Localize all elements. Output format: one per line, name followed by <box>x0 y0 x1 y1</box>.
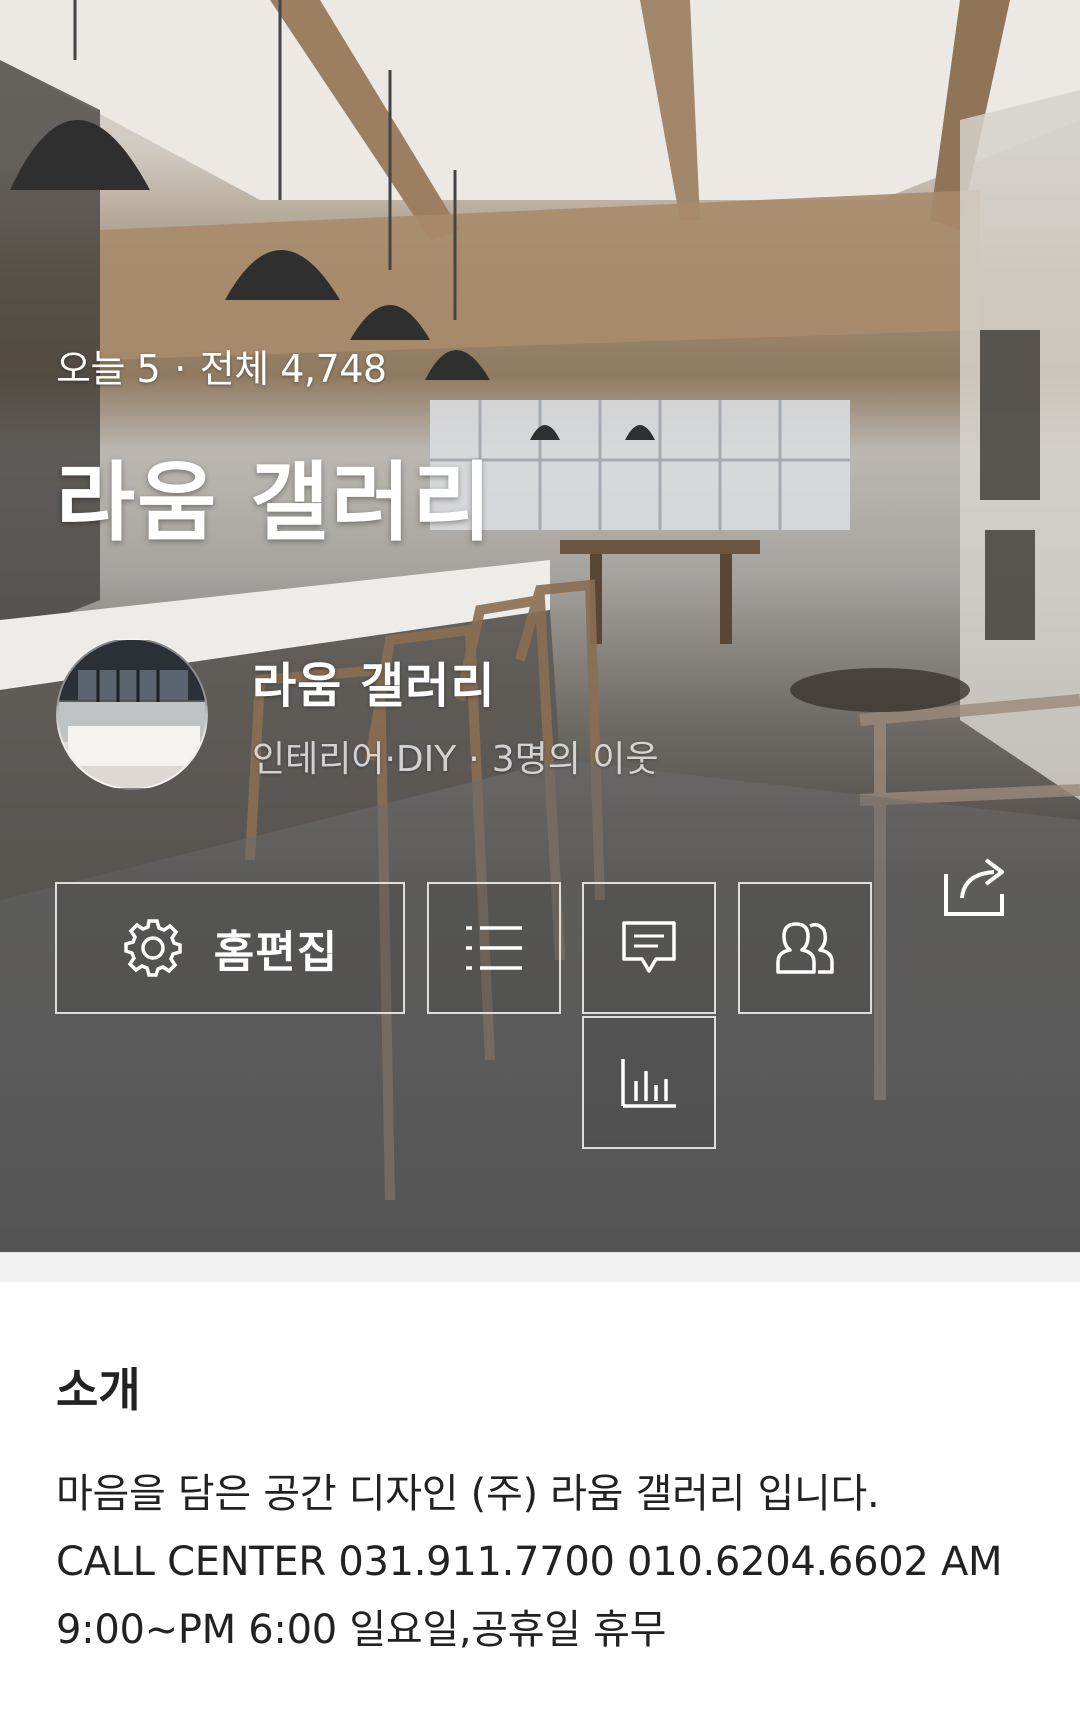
comment-button[interactable] <box>582 882 716 1014</box>
owner-name[interactable]: 라움 갤러리 <box>252 646 659 716</box>
intro-heading: 소개 <box>56 1363 141 1417</box>
home-edit-label: 홈편집 <box>213 927 339 978</box>
owner-meta: 인테리어·DIY · 3명의 이웃 <box>252 730 659 782</box>
gear-icon <box>124 919 182 977</box>
intro-section: 소개 마음을 담은 공간 디자인 (주) 라움 갤러리 입니다. CALL CE… <box>0 1282 1080 1730</box>
statistics-button[interactable] <box>582 1016 716 1149</box>
cover-image: 오늘 5 · 전체 4,748 라움 갤러리 라움 갤러리 인테리어·DIY ·… <box>0 0 1080 1252</box>
section-divider <box>0 1252 1080 1282</box>
share-button[interactable] <box>940 852 1016 920</box>
cafe-interior-illustration <box>0 0 1080 1252</box>
avatar[interactable] <box>56 638 208 790</box>
intro-line: CALL CENTER 031.911.7700 010.6204.6602 A… <box>56 1539 1003 1585</box>
separator-dot: · <box>174 347 186 391</box>
today-count: 오늘 5 <box>56 347 161 391</box>
profile-section[interactable]: 라움 갤러리 인테리어·DIY · 3명의 이웃 <box>56 638 659 790</box>
intro-line: 9:00~PM 6:00 일요일,공휴일 휴무 <box>56 1607 667 1653</box>
neighbor-count[interactable]: 3명의 이웃 <box>492 739 659 780</box>
blog-category: 인테리어·DIY <box>252 739 457 780</box>
neighbors-button[interactable] <box>738 882 872 1014</box>
list-icon <box>466 926 522 970</box>
people-icon <box>776 922 834 974</box>
comment-icon <box>622 921 676 973</box>
share-icon <box>944 858 1004 916</box>
intro-line: 마음을 담은 공간 디자인 (주) 라움 갤러리 입니다. <box>56 1471 880 1517</box>
total-count: 전체 4,748 <box>199 347 387 391</box>
bar-chart-icon <box>621 1058 676 1108</box>
avatar-image <box>58 640 206 788</box>
separator-dot: · <box>468 739 480 780</box>
intro-text: 마음을 담은 공간 디자인 (주) 라움 갤러리 입니다. CALL CENTE… <box>56 1460 1036 1664</box>
post-list-button[interactable] <box>427 882 561 1014</box>
visitor-stats: 오늘 5 · 전체 4,748 <box>56 338 387 393</box>
blog-title[interactable]: 라움 갤러리 <box>56 432 494 557</box>
home-edit-button[interactable]: 홈편집 <box>55 882 405 1014</box>
